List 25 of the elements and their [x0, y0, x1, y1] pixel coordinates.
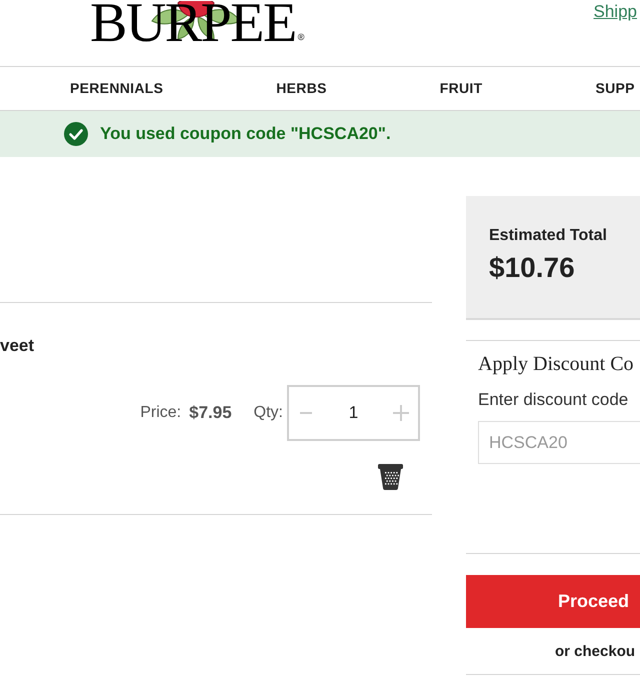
- total-value: $10.76: [489, 252, 575, 284]
- checkout-alt-text: or checkou: [555, 642, 636, 662]
- plus-icon: [393, 405, 409, 421]
- discount-code-field[interactable]: HCSCA20: [478, 421, 640, 464]
- nav-link[interactable]: HERBS: [276, 78, 327, 99]
- remove-button[interactable]: [378, 464, 403, 490]
- discount-field-label: Enter discount code: [478, 389, 628, 411]
- qty-label: Qty:: [254, 403, 283, 423]
- nav-link[interactable]: SUPP: [595, 78, 635, 99]
- discount-title: Apply Discount Co: [478, 352, 634, 377]
- proceed-button[interactable]: Proceed: [466, 575, 640, 628]
- quantity-field[interactable]: 1: [323, 387, 384, 439]
- nav-link[interactable]: FRUIT: [440, 78, 482, 99]
- trash-icon: [378, 464, 403, 490]
- minus-icon: [300, 412, 312, 414]
- registered-mark: ®: [298, 33, 304, 42]
- check-circle-icon: [64, 122, 88, 146]
- price-value: $7.95: [189, 402, 232, 424]
- nav-link[interactable]: PERENNIALS: [70, 78, 164, 99]
- coupon-message: You used coupon code "HCSCA20".: [100, 123, 391, 146]
- shipping-link[interactable]: Shipp: [594, 1, 637, 23]
- product-name[interactable]: veet: [0, 335, 34, 357]
- price-label: Price:: [140, 403, 182, 423]
- total-label: Estimated Total: [489, 226, 607, 246]
- quantity-stepper[interactable]: 1: [287, 385, 420, 441]
